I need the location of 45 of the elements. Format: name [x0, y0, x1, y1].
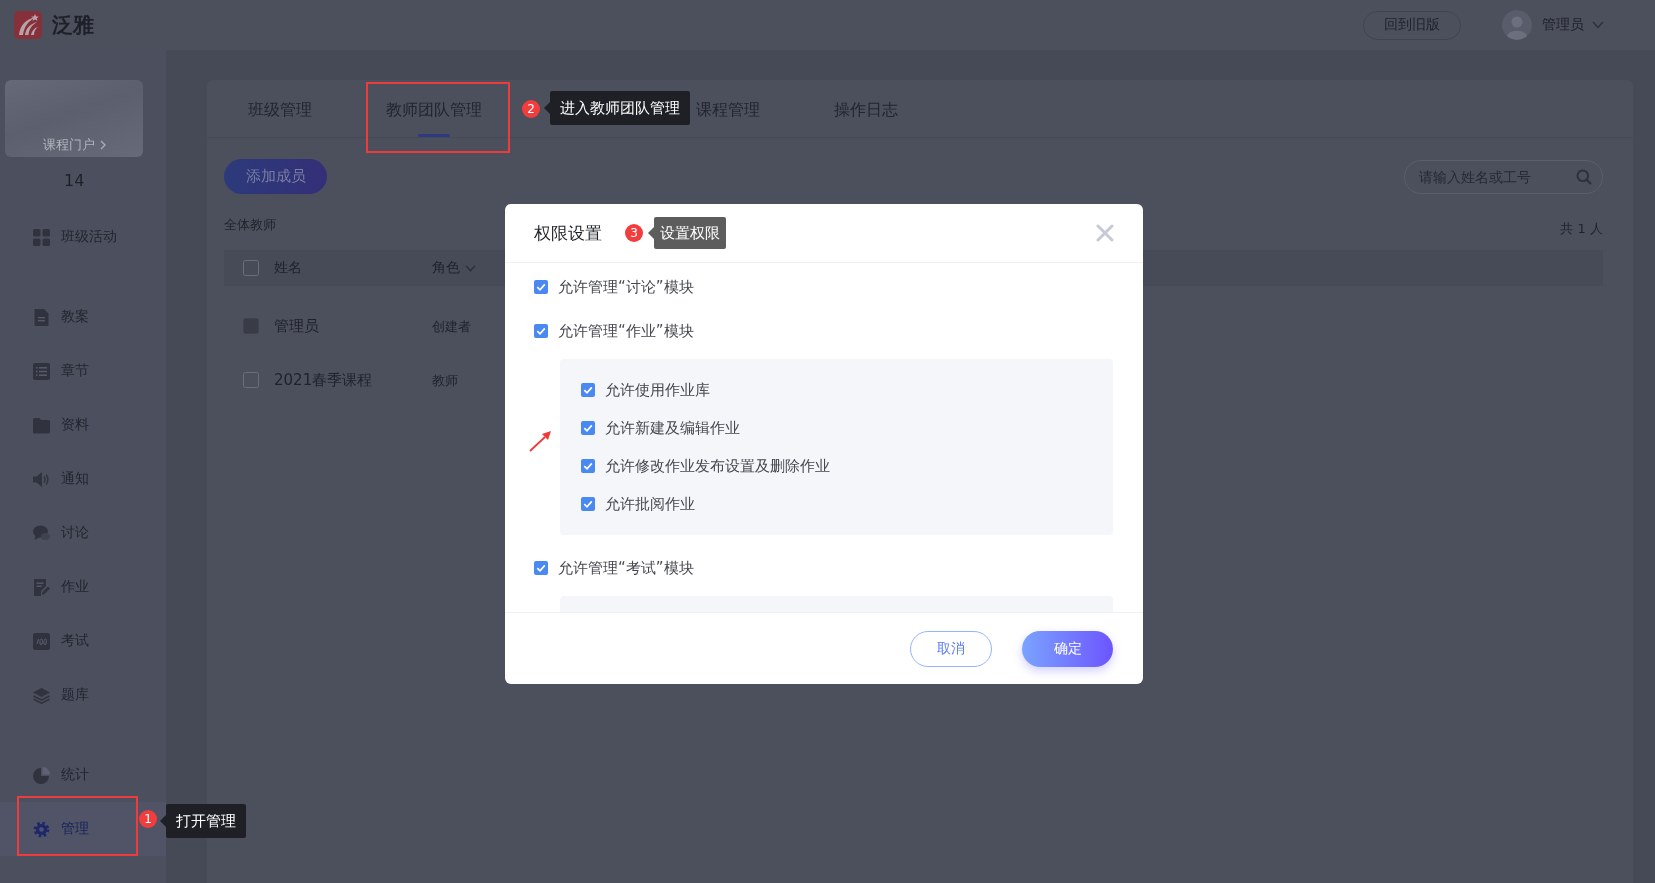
folder-icon [33, 416, 50, 434]
checkbox-label[interactable]: 允许批阅作业 [605, 494, 695, 514]
checkbox[interactable] [581, 383, 595, 397]
dialog-title: 权限设置 [534, 221, 602, 245]
tooltip: 打开管理 [160, 804, 246, 838]
settings-icon [33, 820, 50, 838]
checkbox-label[interactable]: 允许管理“作业”模块 [558, 321, 694, 341]
list-icon [33, 362, 50, 380]
arrow-icon [529, 430, 552, 452]
search-icon[interactable] [1576, 168, 1592, 185]
document-icon [33, 308, 50, 326]
checkbox[interactable] [581, 421, 595, 435]
layers-icon [33, 686, 50, 704]
checkbox[interactable] [534, 561, 548, 575]
edit-document-icon [33, 578, 50, 596]
checkbox[interactable] [581, 459, 595, 473]
tooltip: 设置权限 [648, 217, 726, 249]
cancel-button[interactable]: 取消 [910, 630, 992, 667]
checkbox-label[interactable]: 允许修改作业发布设置及删除作业 [605, 456, 830, 476]
chevron-right-icon [99, 140, 106, 150]
pie-chart-icon [33, 766, 50, 784]
checkbox-label[interactable]: 允许使用作业库 [605, 380, 710, 400]
grid-icon [33, 228, 50, 246]
score-tile-icon [33, 632, 50, 650]
step-badge: 3 [625, 224, 643, 242]
step-badge: 2 [522, 100, 540, 118]
checkbox-label[interactable]: 允许管理“讨论”模块 [558, 277, 694, 297]
checkbox[interactable] [581, 497, 595, 511]
add-member-button[interactable]: 添加成员 [224, 159, 327, 194]
checkbox-label[interactable]: 允许新建及编辑作业 [605, 418, 740, 438]
checkbox[interactable] [243, 260, 259, 276]
tooltip: 进入教师团队管理 [544, 91, 690, 125]
chat-bubbles-icon [33, 524, 50, 542]
avatar-icon[interactable] [1502, 10, 1532, 40]
logo-icon [14, 11, 42, 39]
confirm-button[interactable]: 确定 [1022, 630, 1113, 667]
speaker-icon [33, 470, 50, 488]
close-icon[interactable] [1096, 224, 1114, 242]
checkbox[interactable] [243, 372, 259, 388]
chevron-down-icon[interactable] [465, 264, 476, 272]
chevron-down-icon[interactable] [1592, 21, 1604, 29]
checkbox-label[interactable]: 允许管理“考试”模块 [558, 558, 694, 578]
checkbox[interactable] [534, 324, 548, 338]
course-portal-link[interactable]: 课程门户 [42, 136, 106, 154]
checkbox[interactable] [534, 280, 548, 294]
